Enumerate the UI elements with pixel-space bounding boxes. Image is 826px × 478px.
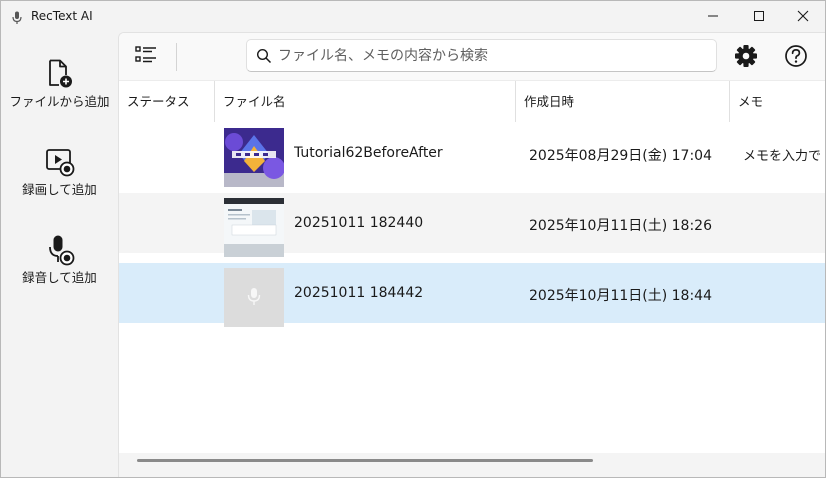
video-thumbnail (224, 128, 284, 187)
file-name: Tutorial62BeforeAfter (294, 145, 443, 161)
created-date: 2025年10月11日(土) 18:26 (529, 218, 712, 234)
search-box[interactable] (246, 39, 717, 72)
app-window: RecText AI ファイルから追加 録画して追加 録音して追加 ファイル名、… (0, 0, 826, 478)
file-add-icon (44, 58, 76, 90)
nav-record-video[interactable]: 録画して追加 (1, 146, 118, 226)
screen-recording-thumbnail (224, 198, 284, 257)
created-date: 2025年10月11日(土) 18:44 (529, 288, 712, 304)
title-bar: RecText AI (1, 1, 825, 32)
created-date: 2025年08月29日(金) 17:04 (529, 148, 712, 164)
table-header: ステータス ファイル名 作成日時 メモ (119, 80, 825, 122)
nav-label: ファイルから追加 (9, 94, 110, 109)
help-icon (783, 45, 809, 73)
mic-record-icon (44, 234, 76, 266)
toolbar (119, 33, 825, 80)
video-record-icon (44, 146, 76, 178)
list-view-button[interactable] (131, 43, 161, 71)
nav-add-from-file[interactable]: ファイルから追加 (1, 58, 118, 138)
table-row[interactable]: Tutorial62BeforeAfter 2025年08月29日(金) 17:… (119, 123, 825, 187)
scrollbar-thumb[interactable] (137, 459, 593, 462)
gear-icon (733, 45, 759, 73)
file-name: 20251011 184442 (294, 285, 424, 301)
close-icon (797, 7, 809, 26)
toolbar-divider (176, 43, 177, 71)
search-icon (256, 48, 272, 64)
memo-field[interactable]: メモを入力で (743, 145, 825, 164)
microphone-icon (12, 10, 22, 24)
sidebar-nav: ファイルから追加 録画して追加 録音して追加 (1, 32, 118, 477)
column-header-status[interactable]: ステータス (119, 81, 214, 122)
window-title: RecText AI (31, 9, 93, 23)
minimize-button[interactable] (690, 1, 736, 32)
column-header-filename[interactable]: ファイル名 (215, 81, 515, 122)
settings-button[interactable] (733, 43, 759, 69)
column-header-memo[interactable]: メモ (730, 81, 825, 122)
close-button[interactable] (780, 1, 825, 32)
nav-label: 録画して追加 (22, 182, 97, 197)
maximize-icon (753, 7, 765, 26)
table-row-selected[interactable]: 20251011 184442 2025年10月11日(土) 18:44 (119, 263, 825, 327)
main-panel: ステータス ファイル名 作成日時 メモ (118, 32, 825, 477)
horizontal-scrollbar[interactable] (119, 453, 825, 477)
minimize-icon (707, 7, 719, 26)
table-row[interactable]: 20251011 182440 2025年10月11日(土) 18:26 (119, 193, 825, 257)
column-header-created[interactable]: 作成日時 (516, 81, 729, 122)
help-button[interactable] (783, 43, 809, 69)
nav-record-audio[interactable]: 録音して追加 (1, 234, 118, 314)
list-view-icon (134, 45, 158, 69)
audio-placeholder-thumbnail (224, 268, 284, 327)
search-input[interactable] (278, 45, 708, 67)
file-name: 20251011 182440 (294, 215, 424, 231)
maximize-button[interactable] (736, 1, 782, 32)
nav-label: 録音して追加 (22, 270, 97, 285)
